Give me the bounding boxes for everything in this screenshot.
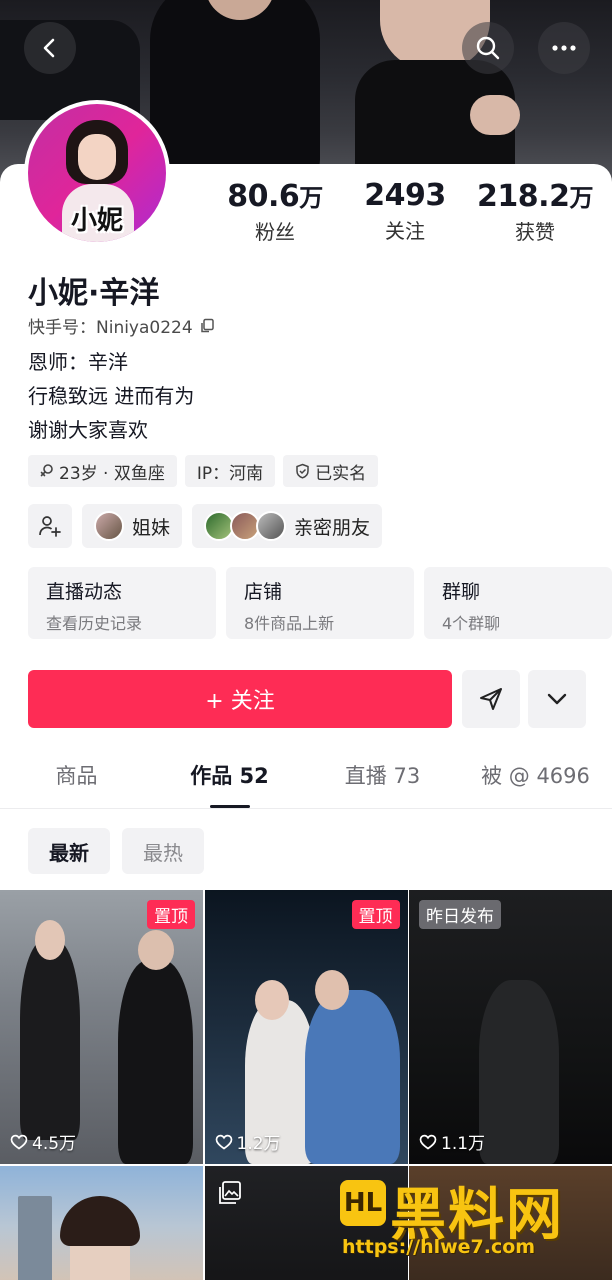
banner-person-right-arm: [470, 95, 520, 135]
sisters-chip[interactable]: 姐妹: [82, 504, 183, 548]
quick-links: 直播动态 查看历史记录 店铺 8件商品上新 群聊 4个群聊: [28, 567, 612, 639]
stat-fans-value: 80.6: [227, 179, 300, 214]
stat-following-value: 2493: [364, 178, 446, 213]
video-thumbnail[interactable]: 置顶 4.5万: [0, 890, 203, 1164]
profile-stats: 80.6万 粉丝 2493 关注 218.2万 获赞: [210, 178, 600, 245]
stat-fans-label: 粉丝: [255, 220, 295, 244]
bio-line: 恩师：辛洋: [28, 350, 128, 374]
heart-icon: [419, 1134, 437, 1150]
quick-sub: 8件商品上新: [244, 614, 335, 633]
tabs-divider: [0, 808, 612, 809]
tag-ip-text: IP：河南: [196, 463, 264, 484]
video-likes-count: 1.1万: [441, 1134, 486, 1154]
friend-avatar: [256, 511, 287, 541]
female-icon: [40, 464, 53, 477]
image-album-icon: [218, 1181, 241, 1204]
watermark: HL 黑料网 https://hlwe7.com: [340, 1170, 612, 1280]
friends-row: 姐妹 亲密朋友: [28, 504, 383, 548]
more-button[interactable]: [538, 22, 590, 74]
sister-avatar: [94, 511, 124, 541]
tag-verified-text: 已实名: [315, 463, 367, 484]
content-tabs: 商品 作品 52 直播 73 被 @ 4696: [0, 760, 612, 808]
sort-hottest[interactable]: 最热: [122, 828, 204, 874]
watermark-logo: HL: [340, 1180, 386, 1226]
search-icon: [476, 36, 500, 60]
video-thumbnail[interactable]: [0, 1166, 203, 1280]
watermark-url: https://hlwe7.com: [342, 1236, 536, 1258]
profile-tags: 23岁 · 双鱼座 IP：河南 已实名: [28, 455, 379, 487]
bio-line: 谢谢大家喜欢: [28, 418, 148, 442]
tag-verified[interactable]: 已实名: [283, 455, 379, 487]
chevron-down-icon: [547, 693, 567, 705]
sort-options: 最新 最热: [28, 828, 204, 874]
shield-check-icon: [296, 463, 309, 479]
quick-title: 店铺: [244, 581, 283, 603]
sisters-label: 姐妹: [132, 516, 171, 539]
video-thumbnail[interactable]: 昨日发布 1.1万: [409, 890, 612, 1164]
tag-age: 23岁 · 双鱼座: [28, 455, 177, 487]
kuaishou-id-row[interactable]: 快手号：Niniya0224: [28, 313, 215, 338]
chevron-left-icon: [43, 38, 55, 58]
tab-products[interactable]: 商品: [0, 760, 153, 808]
bio-line: 行稳致远 进而有为: [28, 384, 195, 408]
copy-icon[interactable]: [199, 318, 215, 334]
send-icon: [480, 688, 502, 710]
stat-following-label: 关注: [385, 219, 425, 243]
stat-fans-unit: 万: [299, 184, 323, 212]
video-likes: 1.1万: [419, 1129, 485, 1154]
kuaishou-id: 快手号：Niniya0224: [28, 318, 193, 338]
video-likes: 1.2万: [215, 1129, 281, 1154]
tab-mentioned[interactable]: 被 @ 4696: [459, 760, 612, 808]
close-friends-label: 亲密朋友: [294, 516, 371, 539]
search-button[interactable]: [462, 22, 514, 74]
quick-group-chat[interactable]: 群聊 4个群聊: [424, 567, 612, 639]
quick-live-history[interactable]: 直播动态 查看历史记录: [28, 567, 216, 639]
quick-title: 群聊: [442, 581, 481, 603]
pinned-badge: 置顶: [351, 900, 400, 929]
pinned-badge: 置顶: [147, 900, 195, 929]
stat-following[interactable]: 2493 关注: [340, 178, 470, 245]
profile-bio: 恩师：辛洋 行稳致远 进而有为 谢谢大家喜欢: [28, 345, 194, 447]
follow-label: + 关注: [205, 689, 275, 714]
video-thumbnail[interactable]: 置顶 1.2万: [204, 890, 408, 1164]
tag-ip: IP：河南: [184, 455, 276, 487]
avatar-image: 小妮: [28, 104, 166, 242]
stat-likes-unit: 万: [569, 184, 593, 212]
quick-title: 直播动态: [46, 581, 123, 603]
tag-age-text: 23岁 · 双鱼座: [59, 463, 165, 484]
posted-yesterday-badge: 昨日发布: [419, 900, 501, 929]
stat-likes-value: 218.2: [477, 179, 570, 214]
stat-fans[interactable]: 80.6万 粉丝: [210, 178, 340, 245]
heart-icon: [10, 1134, 28, 1150]
banner-person-left: [150, 0, 320, 180]
tab-live[interactable]: 直播 73: [306, 760, 459, 808]
quick-sub: 4个群聊: [442, 614, 501, 633]
stat-likes-label: 获赞: [515, 220, 555, 244]
more-dots-icon: [552, 45, 576, 51]
profile-nickname: 小妮·辛洋: [28, 276, 160, 311]
heart-icon: [215, 1134, 232, 1150]
back-button[interactable]: [24, 22, 76, 74]
video-likes-count: 4.5万: [32, 1134, 77, 1154]
follow-button[interactable]: + 关注: [28, 670, 452, 728]
tab-works[interactable]: 作品 52: [153, 760, 306, 808]
expand-button[interactable]: [528, 670, 586, 728]
quick-sub: 查看历史记录: [46, 614, 143, 633]
sort-newest[interactable]: 最新: [28, 828, 110, 874]
video-likes-count: 1.2万: [236, 1134, 281, 1154]
avatar-text: 小妮: [70, 206, 123, 236]
avatar[interactable]: 小妮: [24, 100, 170, 246]
share-button[interactable]: [462, 670, 520, 728]
video-likes: 4.5万: [10, 1129, 76, 1154]
add-user-icon: [39, 516, 61, 537]
stat-likes[interactable]: 218.2万 获赞: [470, 178, 600, 245]
add-friend-button[interactable]: [28, 504, 72, 548]
close-friends-chip[interactable]: 亲密朋友: [192, 504, 383, 548]
quick-shop[interactable]: 店铺 8件商品上新: [226, 567, 414, 639]
